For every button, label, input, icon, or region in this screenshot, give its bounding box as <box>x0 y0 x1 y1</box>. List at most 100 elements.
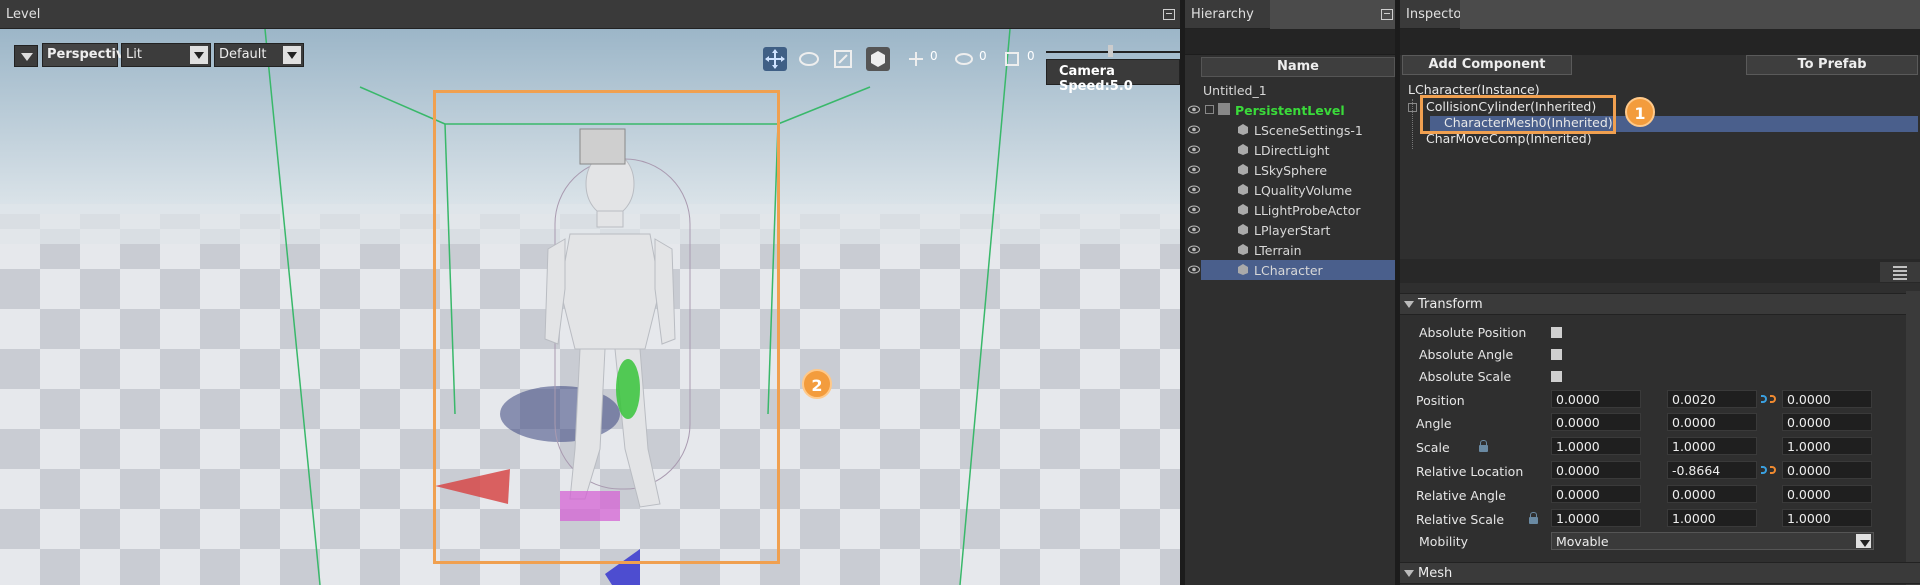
rotate-tool-icon[interactable] <box>797 47 821 71</box>
scale-y-field[interactable]: 1.0000 <box>1667 437 1757 455</box>
mesh-title: Mesh <box>1418 566 1453 581</box>
lock-icon[interactable] <box>1479 440 1488 452</box>
hierarchy-search-input[interactable] <box>1185 29 1395 55</box>
position-x-field[interactable]: 0.0000 <box>1551 390 1641 408</box>
link-icon[interactable] <box>1770 466 1776 474</box>
relative-angle-x-field[interactable]: 0.0000 <box>1551 485 1641 503</box>
local-space-icon[interactable] <box>866 47 890 71</box>
relative-scale-y-field[interactable]: 1.0000 <box>1667 509 1757 527</box>
eye-icon[interactable] <box>1188 164 1200 175</box>
hierarchy-item-label: LTerrain <box>1254 243 1302 258</box>
scrollbar[interactable] <box>1906 291 1920 585</box>
transform-section-header[interactable]: Transform <box>1400 293 1920 315</box>
mobility-select[interactable]: Movable <box>1551 532 1874 550</box>
lighting-select[interactable]: Lit <box>121 43 211 67</box>
eye-icon[interactable] <box>1188 104 1200 115</box>
snap-move-icon[interactable] <box>904 47 928 71</box>
hierarchy-item-label: LLightProbeActor <box>1254 203 1361 218</box>
hierarchy-item-label: LPlayerStart <box>1254 223 1331 238</box>
relative-angle-z-field[interactable]: 0.0000 <box>1782 485 1872 503</box>
relative-angle-label: Relative Angle <box>1416 488 1506 503</box>
scale-tool-icon[interactable] <box>831 47 855 71</box>
pin-icon[interactable] <box>1381 9 1393 20</box>
absolute-scale-checkbox[interactable] <box>1551 371 1562 382</box>
pin-icon[interactable] <box>1163 9 1175 20</box>
relative-scale-x-field[interactable]: 1.0000 <box>1551 509 1641 527</box>
camera-speed-slider[interactable] <box>1046 51 1180 53</box>
eye-icon[interactable] <box>1188 224 1200 235</box>
actor-cube-icon <box>1238 164 1248 175</box>
hierarchy-item[interactable]: LSkySphere <box>1185 160 1395 180</box>
hierarchy-item[interactable]: LPlayerStart <box>1185 220 1395 240</box>
scale-z-field[interactable]: 1.0000 <box>1782 437 1872 455</box>
link-icon[interactable] <box>1761 395 1767 403</box>
hierarchy-item[interactable]: LQualityVolume <box>1185 180 1395 200</box>
collapse-icon[interactable] <box>1408 103 1417 112</box>
view-mode-button[interactable]: Perspective <box>42 43 133 67</box>
move-tool-icon[interactable] <box>763 47 787 71</box>
position-z-field[interactable]: 0.0000 <box>1782 390 1872 408</box>
snap-rotate-icon[interactable] <box>952 47 976 71</box>
preset-select[interactable]: Default <box>214 43 304 67</box>
actor-cube-icon <box>1238 204 1248 215</box>
level-label: PersistentLevel <box>1235 103 1345 118</box>
relative-location-z-field[interactable]: 0.0000 <box>1782 461 1872 479</box>
tab-strip <box>1270 0 1395 29</box>
eye-icon[interactable] <box>1188 244 1200 255</box>
callout-badge-2: 2 <box>802 369 832 399</box>
hierarchy-tab[interactable]: Hierarchy <box>1185 0 1395 29</box>
relative-location-x-field[interactable]: 0.0000 <box>1551 461 1641 479</box>
preset-value: Default <box>219 47 267 62</box>
level-tab-label: Level <box>6 7 41 22</box>
angle-y-field[interactable]: 0.0000 <box>1667 413 1757 431</box>
scale-x-field[interactable]: 1.0000 <box>1551 437 1641 455</box>
camera-speed-handle[interactable] <box>1108 45 1113 57</box>
eye-icon[interactable] <box>1188 184 1200 195</box>
absolute-position-checkbox[interactable] <box>1551 327 1562 338</box>
relative-angle-y-field[interactable]: 0.0000 <box>1667 485 1757 503</box>
list-view-icon[interactable] <box>1880 262 1920 282</box>
inspector-tab-label: Inspector <box>1406 7 1467 22</box>
actor-cube-icon <box>1238 184 1248 195</box>
level-tab[interactable]: Level <box>0 0 1180 29</box>
eye-icon[interactable] <box>1188 204 1200 215</box>
relative-location-y-field[interactable]: -0.8664 <box>1667 461 1757 479</box>
tab-strip <box>1460 0 1920 29</box>
hierarchy-item-selected[interactable]: LCharacter <box>1185 260 1395 280</box>
name-column-header[interactable]: Name <box>1201 57 1395 77</box>
lock-icon[interactable] <box>1529 512 1538 524</box>
mesh-section-header[interactable]: Mesh <box>1400 562 1920 584</box>
inspector-search-input[interactable] <box>1400 29 1920 55</box>
link-icon[interactable] <box>1770 395 1776 403</box>
angle-x-field[interactable]: 0.0000 <box>1551 413 1641 431</box>
inspector-tab[interactable]: Inspector <box>1400 0 1920 29</box>
relative-scale-label: Relative Scale <box>1416 512 1505 527</box>
viewport-highlight-box <box>433 90 780 564</box>
hierarchy-root[interactable]: Untitled_1 <box>1185 80 1395 100</box>
hierarchy-item-label: LDirectLight <box>1254 143 1330 158</box>
position-y-field[interactable]: 0.0020 <box>1667 390 1757 408</box>
lighting-value: Lit <box>126 47 142 62</box>
angle-z-field[interactable]: 0.0000 <box>1782 413 1872 431</box>
viewport-menu-button[interactable] <box>14 45 38 67</box>
to-prefab-button[interactable]: To Prefab <box>1746 55 1918 75</box>
hierarchy-item[interactable]: LDirectLight <box>1185 140 1395 160</box>
collapse-icon[interactable] <box>1205 105 1214 114</box>
hierarchy-item[interactable]: LTerrain <box>1185 240 1395 260</box>
details-toolbar <box>1400 259 1920 283</box>
chevron-down-icon <box>190 46 208 64</box>
hierarchy-item[interactable]: LLightProbeActor <box>1185 200 1395 220</box>
eye-icon[interactable] <box>1188 124 1200 135</box>
absolute-angle-checkbox[interactable] <box>1551 349 1562 360</box>
snap-scale-icon[interactable] <box>1000 47 1024 71</box>
link-icon[interactable] <box>1761 466 1767 474</box>
eye-icon[interactable] <box>1188 144 1200 155</box>
root-label: Untitled_1 <box>1203 83 1267 98</box>
add-component-button[interactable]: Add Component <box>1402 55 1572 75</box>
chevron-down-icon <box>21 53 33 61</box>
eye-icon[interactable] <box>1188 264 1200 275</box>
hierarchy-item[interactable]: LSceneSettings-1 <box>1185 120 1395 140</box>
hierarchy-level[interactable]: PersistentLevel <box>1185 100 1395 120</box>
viewport[interactable]: Perspective Lit Default 0 0 0 Camera Spe… <box>0 29 1180 585</box>
relative-scale-z-field[interactable]: 1.0000 <box>1782 509 1872 527</box>
